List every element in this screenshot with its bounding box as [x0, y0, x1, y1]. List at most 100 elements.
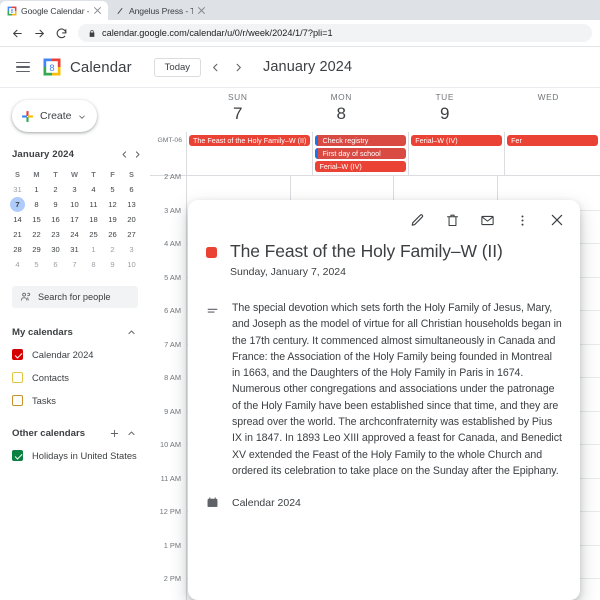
mini-calendar-day[interactable]: 24	[65, 227, 84, 242]
all-day-column[interactable]: Check registry First day of school Ferial–…	[312, 132, 408, 175]
address-bar[interactable]: calendar.google.com/calendar/u/0/r/week/…	[78, 24, 592, 42]
mini-calendar-day[interactable]: 31	[65, 242, 84, 257]
mini-calendar-day[interactable]: 30	[46, 242, 65, 257]
calendar-icon	[206, 496, 219, 514]
browser-tab-angelus-press[interactable]: Angelus Press - Tr	[108, 1, 212, 20]
mini-calendar-day[interactable]: 7	[65, 257, 84, 272]
mini-calendar-day[interactable]: 25	[84, 227, 103, 242]
mini-calendar-day[interactable]: 18	[84, 212, 103, 227]
mini-calendar-day-selected[interactable]: 7	[10, 197, 25, 212]
mini-calendar-day[interactable]: 27	[122, 227, 141, 242]
my-calendar-item[interactable]: Contacts	[12, 369, 142, 386]
calendar-checkbox[interactable]	[12, 372, 23, 383]
mini-calendar-day[interactable]: 2	[46, 182, 65, 197]
mini-calendar-day[interactable]: 26	[103, 227, 122, 242]
all-day-column[interactable]: Fer	[504, 132, 600, 175]
mini-calendar-day[interactable]: 28	[8, 242, 27, 257]
mini-calendar-day[interactable]: 3	[122, 242, 141, 257]
back-arrow-icon[interactable]	[6, 22, 28, 44]
mini-calendar-day[interactable]: 1	[84, 242, 103, 257]
mini-calendar-day[interactable]: 9	[103, 257, 122, 272]
mini-calendar-day[interactable]: 11	[84, 197, 103, 212]
mini-calendar-day[interactable]: 3	[65, 182, 84, 197]
mini-calendar-day[interactable]: 16	[46, 212, 65, 227]
tab-close-icon[interactable]	[93, 6, 102, 15]
people-search-icon	[20, 291, 31, 304]
day-column-headers: SUN 7 MON 8 TUE 9 WED	[150, 88, 600, 132]
calendar-checkbox[interactable]	[12, 450, 23, 461]
chevron-left-icon[interactable]	[206, 58, 224, 76]
hamburger-menu-icon[interactable]	[10, 54, 36, 80]
all-day-event-chip[interactable]: The Feast of the Holy Family–W (II)	[189, 135, 311, 146]
all-day-event-chip[interactable]: Check registry	[315, 135, 407, 146]
today-button[interactable]: Today	[153, 57, 202, 77]
mini-calendar-day[interactable]: 12	[103, 197, 122, 212]
mini-calendar-prev-icon[interactable]	[118, 148, 131, 161]
day-column-header[interactable]: TUE 9	[393, 88, 497, 132]
mini-calendar-grid[interactable]: S M T W T F S 31 1 2 3 4 5 6 7 8 9 10 11 12 13 14 15 16 17 18 19 20…	[8, 167, 144, 272]
day-column-header[interactable]: MON 8	[290, 88, 394, 132]
hour-label: 11 AM	[160, 473, 181, 483]
mini-calendar-day[interactable]: 8	[27, 197, 46, 212]
mini-calendar-day[interactable]: 5	[27, 257, 46, 272]
mini-calendar-day[interactable]: 10	[65, 197, 84, 212]
mini-calendar-day[interactable]: 5	[103, 182, 122, 197]
mini-calendar-day[interactable]: 6	[122, 182, 141, 197]
mini-calendar-day[interactable]: 15	[27, 212, 46, 227]
all-day-column[interactable]: The Feast of the Holy Family–W (II)	[186, 132, 312, 175]
other-calendar-item[interactable]: Holidays in United States	[12, 447, 142, 464]
envelope-email-icon[interactable]	[478, 211, 496, 229]
mini-calendar-day[interactable]: 1	[27, 182, 46, 197]
mini-calendar-dow: T	[53, 170, 58, 179]
mini-calendar-day[interactable]: 6	[46, 257, 65, 272]
browser-toolbar: calendar.google.com/calendar/u/0/r/week/…	[0, 20, 600, 47]
chevron-right-icon[interactable]	[229, 58, 247, 76]
search-people-input[interactable]: Search for people	[12, 286, 138, 308]
plus-icon[interactable]	[108, 427, 121, 440]
mini-calendar-day[interactable]: 9	[46, 197, 65, 212]
trash-delete-icon[interactable]	[443, 211, 461, 229]
pencil-edit-icon[interactable]	[408, 211, 426, 229]
description-lines-icon	[206, 305, 219, 479]
mini-calendar-day[interactable]: 17	[65, 212, 84, 227]
more-options-icon[interactable]	[513, 211, 531, 229]
mini-calendar-day[interactable]: 22	[27, 227, 46, 242]
forward-arrow-icon[interactable]	[28, 22, 50, 44]
mini-calendar-day[interactable]: 8	[84, 257, 103, 272]
close-icon[interactable]	[548, 211, 566, 229]
other-calendars-header[interactable]: Other calendars	[12, 425, 138, 441]
calendar-checkbox[interactable]	[12, 395, 23, 406]
mini-calendar-day[interactable]: 14	[8, 212, 27, 227]
my-calendars-header[interactable]: My calendars	[12, 324, 138, 340]
event-title-row: The Feast of the Holy Family–W (II)	[188, 234, 580, 262]
reload-icon[interactable]	[50, 22, 72, 44]
chevron-up-icon[interactable]	[125, 427, 138, 440]
day-column-header[interactable]: SUN 7	[186, 88, 290, 132]
mini-calendar-day[interactable]: 21	[8, 227, 27, 242]
mini-calendar-day[interactable]: 2	[103, 242, 122, 257]
all-day-event-chip[interactable]: Ferial–W (IV)	[315, 161, 407, 172]
tab-close-icon[interactable]	[197, 6, 206, 15]
all-day-event-chip[interactable]: Fer	[507, 135, 599, 146]
my-calendar-item[interactable]: Tasks	[12, 392, 142, 409]
mini-calendar-day[interactable]: 23	[46, 227, 65, 242]
mini-calendar-day[interactable]: 29	[27, 242, 46, 257]
mini-calendar-day[interactable]: 31	[8, 182, 27, 197]
create-button[interactable]: Create	[12, 100, 97, 132]
mini-calendar-day[interactable]: 10	[122, 257, 141, 272]
day-column-header[interactable]: WED	[497, 88, 600, 132]
mini-calendar-day[interactable]: 4	[8, 257, 27, 272]
browser-tab-google-calendar[interactable]: 8 Google Calendar -	[0, 1, 108, 20]
mini-calendar-day[interactable]: 19	[103, 212, 122, 227]
my-calendar-item[interactable]: Calendar 2024	[12, 346, 142, 363]
mini-calendar-next-icon[interactable]	[131, 148, 144, 161]
mini-calendar-day[interactable]: 4	[84, 182, 103, 197]
mini-calendar-day[interactable]: 7	[8, 197, 27, 212]
all-day-event-chip[interactable]: Ferial–W (IV)	[411, 135, 503, 146]
all-day-column[interactable]: Ferial–W (IV)	[408, 132, 504, 175]
all-day-event-chip[interactable]: First day of school	[315, 148, 407, 159]
mini-calendar-day[interactable]: 13	[122, 197, 141, 212]
calendar-checkbox[interactable]	[12, 349, 23, 360]
mini-calendar-day[interactable]: 20	[122, 212, 141, 227]
chevron-up-icon[interactable]	[125, 326, 138, 339]
